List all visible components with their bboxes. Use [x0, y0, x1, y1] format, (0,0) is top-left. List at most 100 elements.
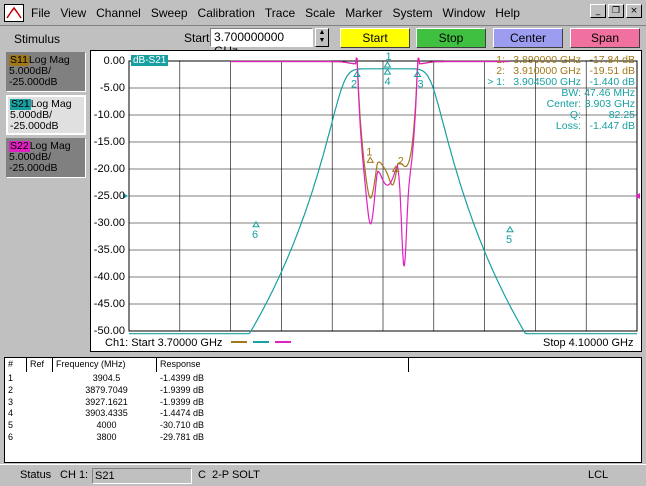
trace-s21-box[interactable]: S21Log Mag 5.000dB/ -25.000dB [6, 95, 86, 135]
active-trace-label: dB-S21 [131, 55, 169, 66]
menu-help[interactable]: Help [490, 3, 525, 23]
table-cell-n: 2 [8, 384, 14, 395]
table-cell-freq: 3879.7049 [85, 384, 128, 395]
menu-channel[interactable]: Channel [91, 3, 146, 23]
app-icon[interactable] [4, 3, 24, 22]
menu-system[interactable]: System [388, 3, 438, 23]
column-header[interactable]: Ref [27, 358, 53, 372]
marker-label: 5 [506, 234, 512, 246]
stimulus-label: Stimulus [14, 32, 61, 46]
trace-reference: -25.000dB [9, 162, 58, 174]
spin-down-icon[interactable]: ▼ [316, 37, 328, 45]
s11-legend-swatch [231, 341, 247, 343]
start-label: Start [184, 31, 210, 45]
table-row[interactable]: 4 3903.4335 -1.4474 dB [5, 407, 641, 419]
table-cell-resp: -1.4474 dB [160, 408, 205, 419]
s22-legend-swatch [275, 341, 291, 343]
status-bar: Status CH 1: S21 C 2-P SOLT LCL [0, 464, 646, 486]
marker-label: 2 [351, 78, 357, 90]
stimulus-bar: Stimulus Start 3.700000000 GHz ▲ ▼ Start… [0, 26, 646, 58]
table-row[interactable]: 3 3927.1621 -1.9399 dB [5, 396, 641, 408]
table-cell-n: 5 [8, 420, 14, 431]
trace-s11-box[interactable]: S11Log Mag 5.000dB/ -25.000dB [6, 52, 86, 92]
status-cal-type: 2-P SOLT [212, 469, 260, 481]
marker-label: 2 [398, 155, 404, 167]
menu-sweep[interactable]: Sweep [146, 3, 193, 23]
menu-view[interactable]: View [55, 3, 91, 23]
status-parameter: S21 [92, 468, 192, 484]
column-header-filler [409, 358, 641, 372]
minimize-button[interactable]: _ [590, 4, 606, 18]
menu-scale[interactable]: Scale [300, 3, 340, 23]
marker-label: 3 [418, 78, 424, 90]
start-frequency-input[interactable]: 3.700000000 GHz [210, 28, 313, 58]
table-cell-resp: -1.9399 dB [160, 396, 205, 407]
table-cell-freq: 3927.1621 [85, 396, 128, 407]
table-cell-n: 6 [8, 431, 14, 442]
trace-panel: S11Log Mag 5.000dB/ -25.000dB S21Log Mag… [4, 50, 86, 350]
menu-marker[interactable]: Marker [340, 3, 387, 23]
span-button[interactable]: Span [570, 28, 640, 48]
y-axis-tick: -25.00 [93, 190, 125, 202]
marker-triangle [506, 225, 514, 233]
table-cell-ref [27, 419, 53, 431]
marker-triangle [353, 70, 361, 77]
status-control: LCL [588, 469, 609, 481]
restore-button[interactable]: ❐ [608, 4, 624, 18]
status-channel: CH 1: [60, 469, 89, 481]
column-header[interactable]: Response [157, 358, 409, 372]
table-cell-freq: 3800 [96, 431, 117, 442]
table-cell-ref [27, 384, 53, 396]
table-row[interactable]: 1 3904.5 -1.4399 dB [5, 372, 641, 384]
trace-s22-box[interactable]: S22Log Mag 5.000dB/ -25.000dB [6, 138, 86, 178]
stop-button[interactable]: Stop [416, 28, 486, 48]
marker-label: 6 [252, 229, 258, 241]
marker-triangle [383, 68, 392, 75]
column-header[interactable]: Frequency (MHz) [53, 358, 157, 372]
table-cell-resp: -30.710 dB [160, 420, 205, 431]
s21-legend-swatch [253, 341, 269, 343]
column-header[interactable]: # [5, 358, 27, 372]
frequency-spinner[interactable]: ▲ ▼ [315, 28, 329, 47]
y-axis-tick: -50.00 [93, 325, 125, 337]
y-axis-tick: -5.00 [99, 82, 125, 94]
table-cell-n: 4 [8, 408, 14, 419]
table-row[interactable]: 6 3800 -29.781 dB [5, 431, 641, 443]
table-cell-n: 1 [8, 373, 14, 383]
status-cal-flag: C [198, 469, 206, 481]
marker-label: 1 [366, 146, 372, 158]
table-cell-resp: -29.781 dB [160, 431, 205, 442]
menu-window[interactable]: Window [438, 3, 491, 23]
table-cell-ref [27, 407, 53, 419]
filter-stat-row: Loss: -1.447 dB [555, 120, 635, 132]
sweep-stop-label: Stop 4.10000 GHz [543, 337, 634, 349]
table-header: # Ref Frequency (MHz) Response [5, 358, 641, 372]
sweep-start-label: Ch1: Start 3.70000 GHz [105, 337, 223, 349]
table-cell-freq: 3904.5 [92, 373, 121, 383]
close-button[interactable]: × [626, 4, 642, 18]
menu-trace[interactable]: Trace [260, 3, 300, 23]
table-cell-freq: 3903.4335 [85, 408, 128, 419]
spin-up-icon[interactable]: ▲ [316, 29, 328, 37]
center-button[interactable]: Center [493, 28, 563, 48]
y-axis-tick: -10.00 [93, 109, 125, 121]
trace-reference: -25.000dB [9, 76, 58, 88]
plot-area[interactable]: 2 1 4 3 5 6 1 2 0.00 -5.00 -10.00 -15.00 -20.00 -25.… [90, 50, 642, 352]
y-axis-tick: -40.00 [93, 271, 125, 283]
y-axis-tick: -45.00 [93, 298, 125, 310]
menu-file[interactable]: File [26, 3, 55, 23]
table-cell-resp: -1.4399 dB [160, 373, 205, 383]
y-axis-tick: -20.00 [93, 163, 125, 175]
table-cell-resp: -1.9399 dB [160, 384, 205, 395]
window-controls: _ ❐ × [590, 4, 642, 18]
table-cell-ref [27, 396, 53, 408]
table-cell-ref [27, 372, 53, 384]
table-row[interactable]: 2 3879.7049 -1.9399 dB [5, 384, 641, 396]
start-button[interactable]: Start [340, 28, 410, 48]
y-axis-tick: 0.00 [103, 55, 125, 67]
status-label: Status [20, 469, 52, 481]
menu-calibration[interactable]: Calibration [193, 3, 260, 23]
marker-readout: 1: 3.890000 GHz -17.84 dB 2: 3.910000 GH… [469, 55, 637, 132]
y-axis-tick: -35.00 [93, 244, 125, 256]
table-row[interactable]: 5 4000 -30.710 dB [5, 419, 641, 431]
